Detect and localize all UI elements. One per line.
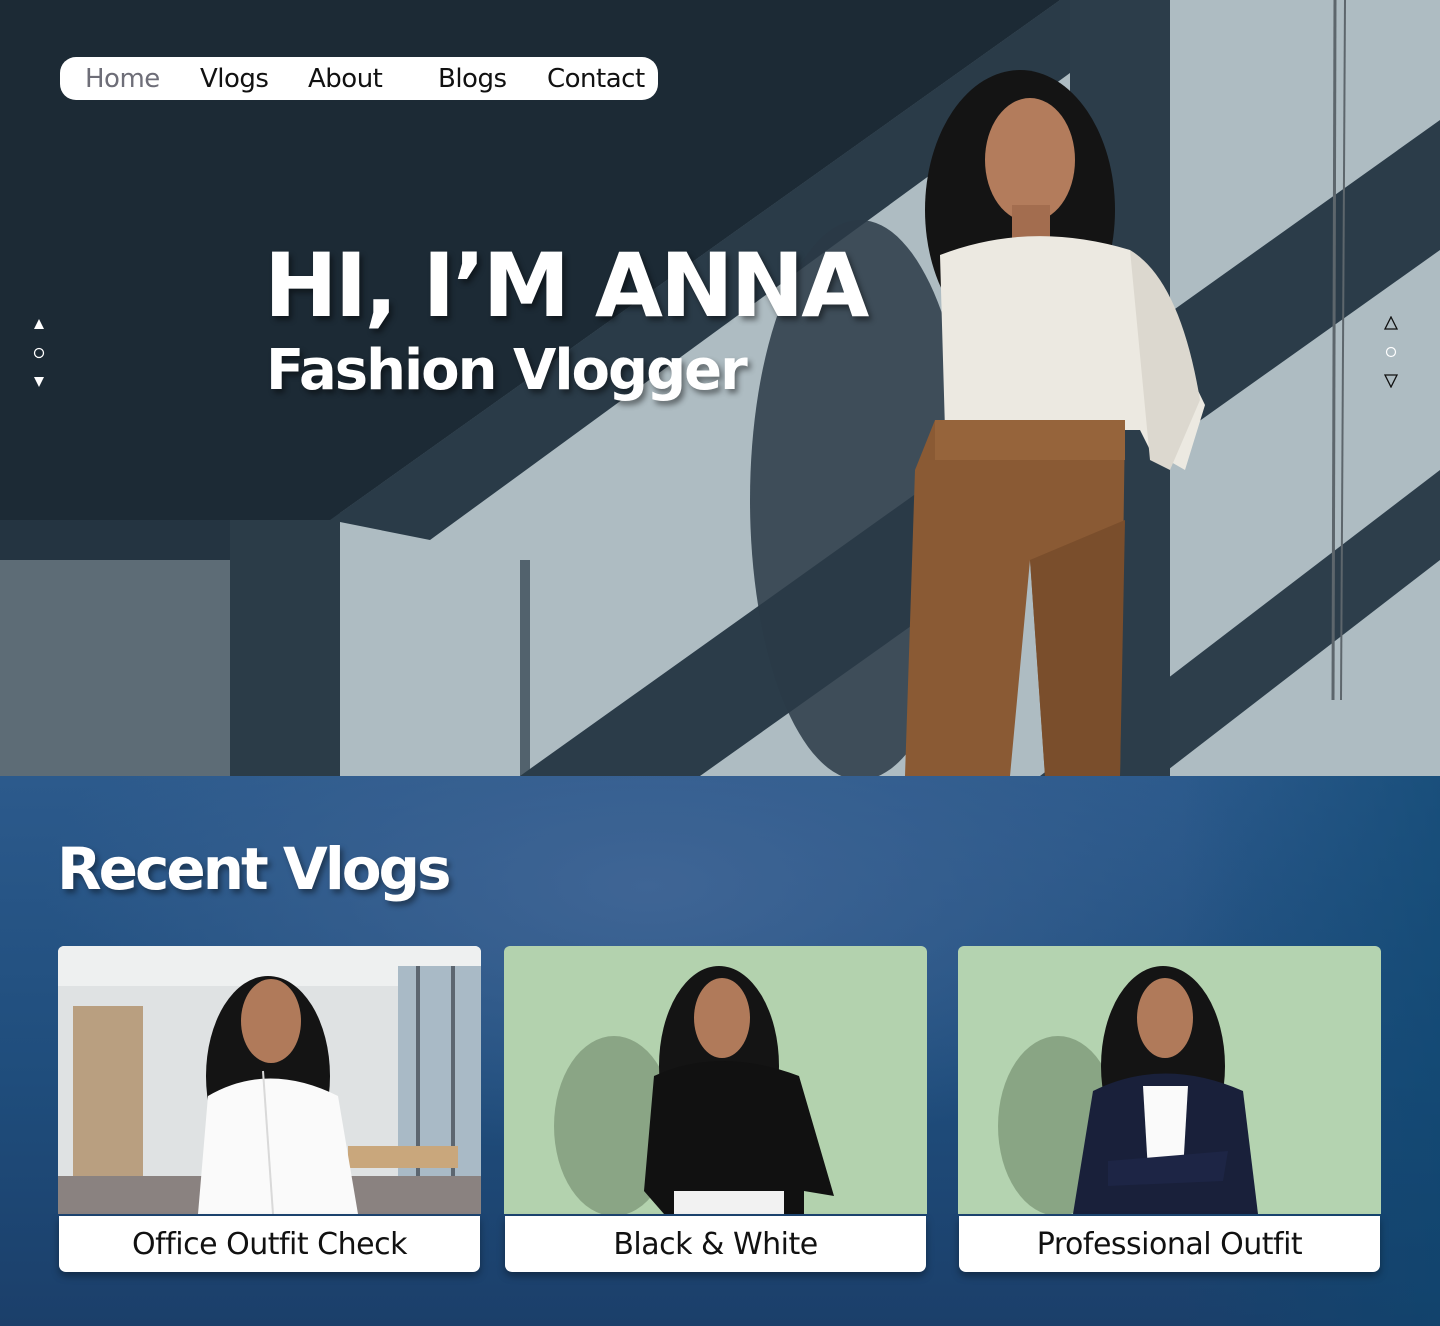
nav-contact[interactable]: Contact	[547, 61, 645, 97]
outline-up-triangle-icon[interactable]	[1383, 315, 1399, 331]
filled-down-triangle-icon[interactable]	[31, 374, 47, 390]
circle-dot-icon[interactable]	[1383, 344, 1399, 360]
vlog-caption: Office Outfit Check	[59, 1216, 480, 1272]
recent-vlogs-section: Recent Vlogs Office Outfit Check Black &…	[0, 776, 1440, 1326]
filled-up-triangle-icon[interactable]	[31, 316, 47, 332]
main-nav: Home Vlogs About Blogs Contact	[60, 57, 658, 100]
vlog-caption: Black & White	[505, 1216, 926, 1272]
vlog-caption: Professional Outfit	[959, 1216, 1380, 1272]
nav-blogs[interactable]: Blogs	[438, 61, 507, 97]
vlog-thumbnail	[958, 946, 1381, 1214]
vlog-thumbnail	[504, 946, 927, 1214]
vlog-thumbnail	[58, 946, 481, 1214]
section-title: Recent Vlogs	[57, 835, 452, 903]
left-slider-controls	[29, 316, 49, 390]
hero-section: Home Vlogs About Blogs Contact HI, I’M A…	[0, 0, 1440, 776]
vlog-card-professional-outfit[interactable]: Professional Outfit	[958, 946, 1381, 1272]
hero-title: HI, I’M ANNA	[264, 234, 869, 337]
nav-about[interactable]: About	[308, 61, 383, 97]
vlog-card-office-outfit[interactable]: Office Outfit Check	[58, 946, 481, 1272]
nav-vlogs[interactable]: Vlogs	[200, 61, 269, 97]
right-slider-controls	[1381, 315, 1401, 389]
circle-dot-icon[interactable]	[31, 345, 47, 361]
outline-down-triangle-icon[interactable]	[1383, 373, 1399, 389]
nav-home[interactable]: Home	[85, 61, 160, 97]
vlog-card-black-white[interactable]: Black & White	[504, 946, 927, 1272]
hero-subtitle: Fashion Vlogger	[266, 338, 748, 403]
